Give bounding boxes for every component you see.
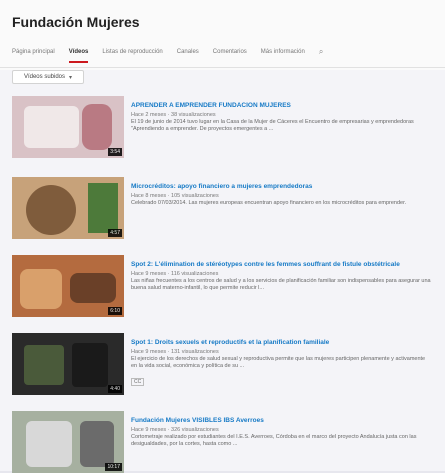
tab-playlists[interactable]: Listas de reproducción	[102, 49, 162, 59]
tab-channels[interactable]: Canales	[177, 49, 199, 59]
video-meta: Hace 2 meses · 38 visualizaciones	[131, 112, 216, 118]
video-meta: Hace 9 meses · 131 visualizaciones	[131, 349, 219, 355]
video-duration: 10:17	[105, 463, 122, 471]
header-divider	[0, 67, 445, 68]
uploads-filter-label: Vídeos subidos	[23, 74, 65, 80]
uploads-filter-dropdown[interactable]: Vídeos subidos ▾	[12, 70, 84, 84]
video-description: El 19 de junio de 2014 tuvo lugar en la …	[131, 119, 414, 132]
video-meta: Hace 9 meses · 326 visualizaciones	[131, 427, 219, 433]
channel-title: Fundación Mujeres	[12, 14, 140, 30]
video-description: Celebrado 07/03/2014. Las mujeres europe…	[131, 200, 407, 206]
video-thumbnail[interactable]: 6:10	[12, 255, 124, 317]
video-info: Microcréditos: apoyo financiero a mujere…	[131, 183, 431, 207]
video-duration: 4:40	[108, 385, 122, 393]
video-title[interactable]: Fundación Mujeres VISIBLES IBS Averroes	[131, 417, 431, 425]
search-icon[interactable]: ⌕	[319, 47, 323, 61]
video-thumbnail[interactable]: 3:54	[12, 96, 124, 158]
chevron-down-icon: ▾	[69, 74, 73, 81]
video-item-2[interactable]: 4:57 Microcréditos: apoyo financiero a m…	[12, 177, 432, 239]
video-description: El ejercicio de los derechos de salud se…	[131, 356, 426, 369]
video-info: APRENDER A EMPRENDER FUNDACION MUJERES H…	[131, 102, 431, 133]
video-duration: 3:54	[108, 148, 122, 156]
closed-captions-badge: CC	[131, 378, 145, 386]
video-info: Fundación Mujeres VISIBLES IBS Averroes …	[131, 417, 431, 448]
youtube-channel-page: Fundación Mujeres Página principal Vídeo…	[0, 0, 445, 473]
video-meta: Hace 9 meses · 116 visualizaciones	[131, 271, 219, 277]
video-duration: 4:57	[108, 229, 122, 237]
tab-videos[interactable]: Vídeos	[68, 49, 88, 63]
video-title[interactable]: APRENDER A EMPRENDER FUNDACION MUJERES	[131, 102, 431, 110]
tab-about[interactable]: Más información	[261, 49, 305, 59]
video-meta: Hace 8 meses · 105 visualizaciones	[131, 193, 219, 199]
video-duration: 6:10	[108, 307, 122, 315]
video-thumbnail[interactable]: 4:40	[12, 333, 124, 395]
tab-home[interactable]: Página principal	[12, 49, 55, 59]
video-thumbnail[interactable]: 4:57	[12, 177, 124, 239]
video-title[interactable]: Microcréditos: apoyo financiero a mujere…	[131, 183, 431, 191]
channel-tabs: Página principal Vídeos Listas de reprod…	[12, 44, 435, 64]
video-item-3[interactable]: 6:10 Spot 2: L'élimination de stéréotype…	[12, 255, 432, 317]
video-thumbnail[interactable]: 10:17	[12, 411, 124, 473]
video-title[interactable]: Spot 2: L'élimination de stéréotypes con…	[131, 261, 431, 269]
video-item-5[interactable]: 10:17 Fundación Mujeres VISIBLES IBS Ave…	[12, 411, 432, 473]
video-description: Las niñas frecuentes a los centros de sa…	[131, 278, 431, 291]
channel-header: Fundación Mujeres Página principal Vídeo…	[0, 0, 445, 70]
video-item-4[interactable]: 4:40 Spot 1: Droits sexuels et reproduct…	[12, 333, 432, 395]
tab-comments[interactable]: Comentarios	[213, 49, 247, 59]
video-info: Spot 2: L'élimination de stéréotypes con…	[131, 261, 431, 292]
video-info: Spot 1: Droits sexuels et reproductifs e…	[131, 339, 431, 388]
video-title[interactable]: Spot 1: Droits sexuels et reproductifs e…	[131, 339, 431, 347]
video-description: Cortometraje realizado por estudiantes d…	[131, 434, 417, 447]
video-item-1[interactable]: 3:54 APRENDER A EMPRENDER FUNDACION MUJE…	[12, 96, 432, 158]
